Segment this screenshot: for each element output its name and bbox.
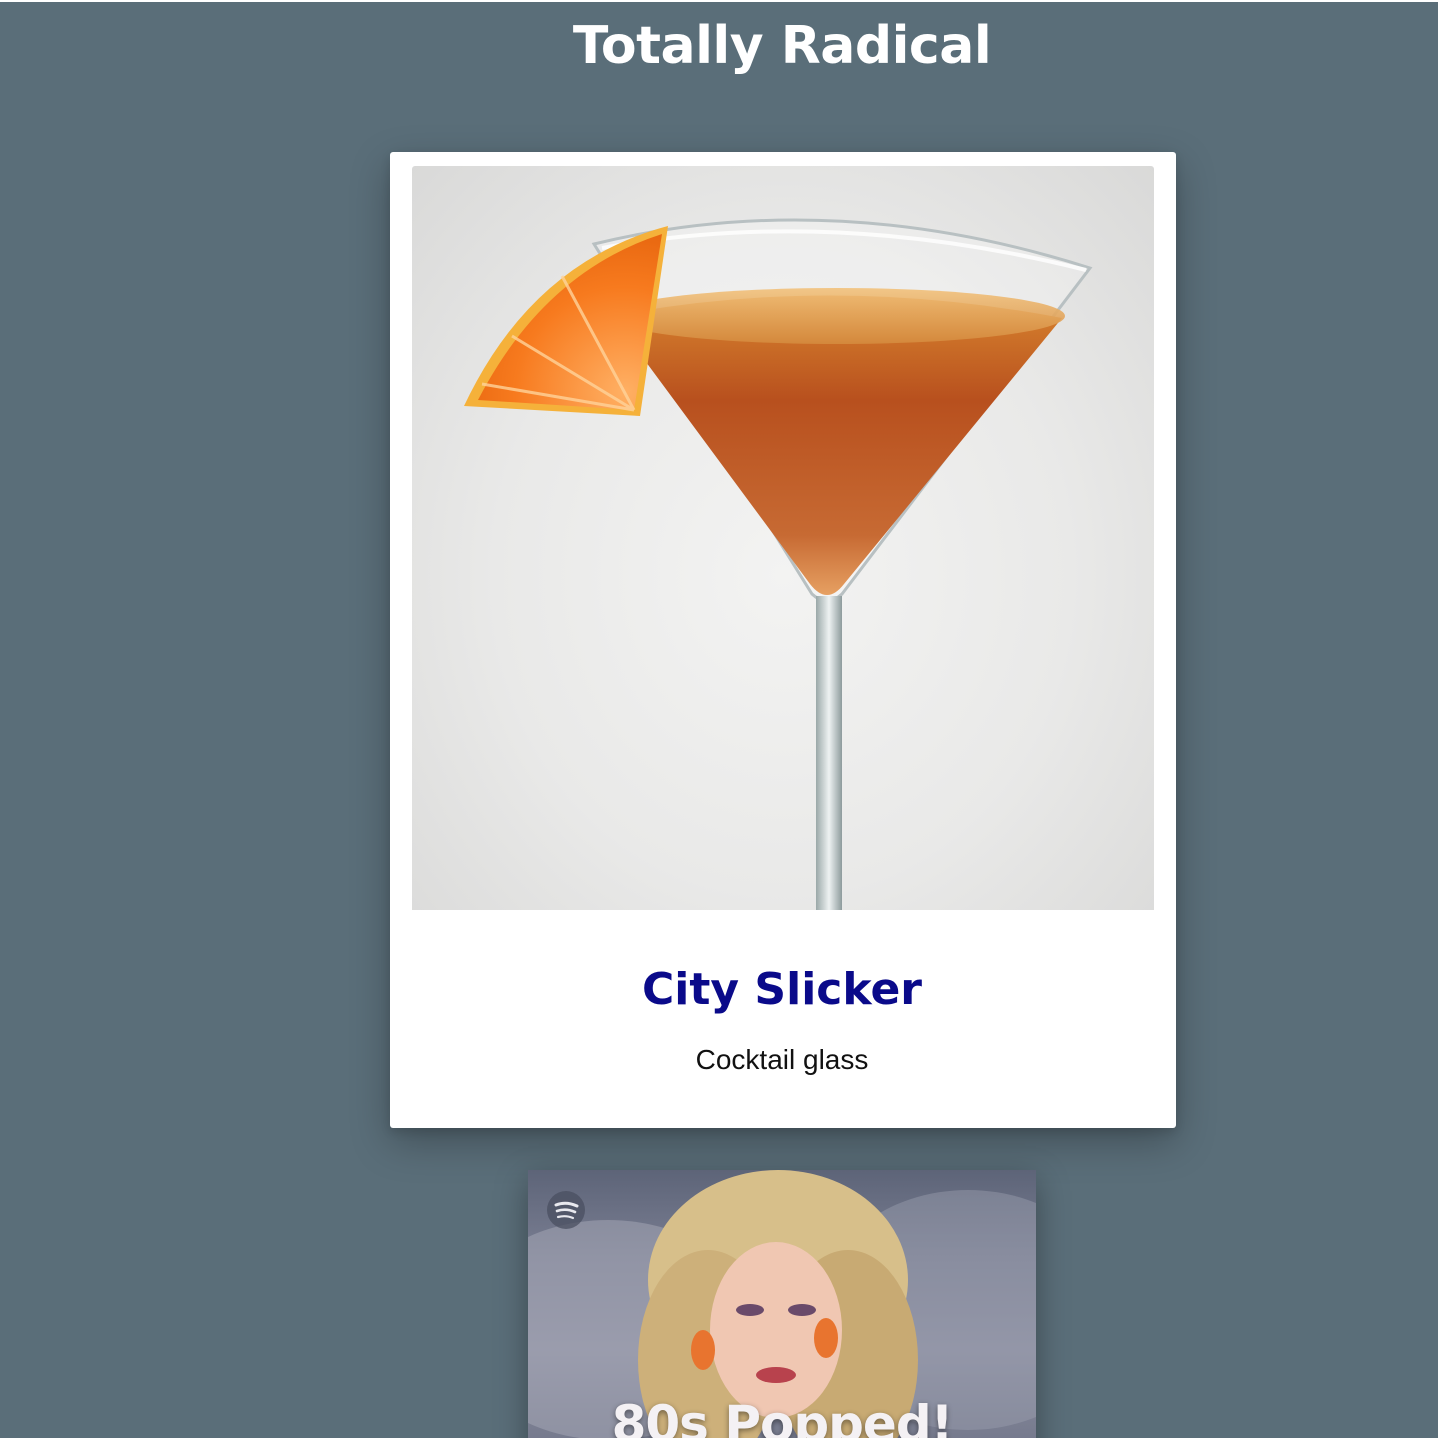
- top-border: [0, 0, 1438, 2]
- spotify-icon: [547, 1191, 585, 1229]
- drink-image: [412, 166, 1154, 910]
- playlist-title: 80s Popped!: [611, 1395, 954, 1438]
- drink-glass-type: Cocktail glass: [695, 1044, 869, 1075]
- page-title: Totally Radical: [572, 16, 992, 76]
- drink-name[interactable]: City Slicker: [0, 960, 1438, 1020]
- drink-card[interactable]: City Slicker Cocktail glass: [390, 152, 1176, 1128]
- playlist-cover[interactable]: 80s Popped!: [528, 1170, 1036, 1438]
- page: Totally Radical City Slicker Cocktail gl…: [0, 0, 1438, 1438]
